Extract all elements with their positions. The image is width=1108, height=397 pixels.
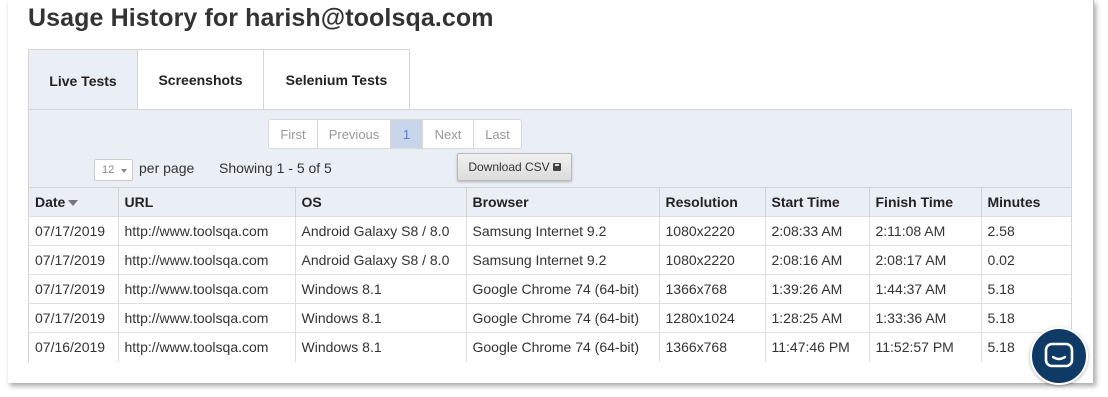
page-number-button[interactable]: 1 xyxy=(391,120,423,148)
tab-selenium-tests[interactable]: Selenium Tests xyxy=(264,49,410,110)
cell-minutes: 0.02 xyxy=(981,245,1071,275)
table-row: 07/17/2019 http://www.toolsqa.com Androi… xyxy=(29,245,1071,275)
first-page-button[interactable]: First xyxy=(269,120,318,148)
cell-url: http://www.toolsqa.com xyxy=(118,303,296,333)
cell-date: 07/16/2019 xyxy=(29,332,119,362)
download-csv-label: Download CSV xyxy=(468,160,550,174)
table-row: 07/16/2019 http://www.toolsqa.com Window… xyxy=(29,332,1071,362)
column-header-os[interactable]: OS xyxy=(295,187,467,217)
cell-os: Windows 8.1 xyxy=(295,303,467,333)
cell-browser: Google Chrome 74 (64-bit) xyxy=(466,303,660,333)
cell-finish-time: 2:11:08 AM xyxy=(869,216,982,246)
showing-count: Showing 1 - 5 of 5 xyxy=(219,160,332,176)
cell-finish-time: 2:08:17 AM xyxy=(869,245,982,275)
cell-os: Windows 8.1 xyxy=(295,274,467,304)
per-page-label: per page xyxy=(139,160,195,176)
cell-resolution: 1080x2220 xyxy=(659,245,766,275)
cell-date: 07/17/2019 xyxy=(29,216,119,246)
page-frame: Usage History for harish@toolsqa.com Liv… xyxy=(8,0,1094,383)
column-header-finish-time[interactable]: Finish Time xyxy=(869,187,982,217)
table-row: 07/17/2019 http://www.toolsqa.com Window… xyxy=(29,274,1071,304)
tab-bar: Live Tests Screenshots Selenium Tests xyxy=(28,49,410,111)
tab-live-tests[interactable]: Live Tests xyxy=(28,49,138,111)
previous-page-button[interactable]: Previous xyxy=(318,120,391,148)
page-title: Usage History for harish@toolsqa.com xyxy=(28,4,494,32)
cell-start-time: 11:47:46 PM xyxy=(765,332,870,362)
table-row: 07/17/2019 http://www.toolsqa.com Window… xyxy=(29,303,1071,333)
cell-minutes: 5.18 xyxy=(981,274,1071,304)
per-page-select[interactable]: 12 xyxy=(94,159,133,181)
cell-resolution: 1080x2220 xyxy=(659,216,766,246)
column-header-date[interactable]: Date xyxy=(29,187,119,217)
usage-table: Date URL OS Browser Resolution Start Tim… xyxy=(29,187,1071,362)
cell-date: 07/17/2019 xyxy=(29,303,119,333)
cell-url: http://www.toolsqa.com xyxy=(118,274,296,304)
cell-browser: Samsung Internet 9.2 xyxy=(466,216,660,246)
chevron-down-icon xyxy=(121,169,127,173)
column-header-resolution[interactable]: Resolution xyxy=(659,187,766,217)
download-csv-button[interactable]: Download CSV xyxy=(457,153,572,181)
cell-resolution: 1280x1024 xyxy=(659,303,766,333)
cell-finish-time: 1:33:36 AM xyxy=(869,303,982,333)
cell-browser: Google Chrome 74 (64-bit) xyxy=(466,332,660,362)
save-disk-icon xyxy=(552,163,561,171)
cell-os: Android Galaxy S8 / 8.0 xyxy=(295,216,467,246)
cell-start-time: 1:39:26 AM xyxy=(765,274,870,304)
column-header-url[interactable]: URL xyxy=(118,187,296,217)
sort-desc-icon xyxy=(68,200,79,207)
cell-start-time: 2:08:33 AM xyxy=(765,216,870,246)
last-page-button[interactable]: Last xyxy=(474,120,521,148)
pagination: First Previous 1 Next Last xyxy=(268,119,522,149)
cell-start-time: 2:08:16 AM xyxy=(765,245,870,275)
cell-url: http://www.toolsqa.com xyxy=(118,245,296,275)
cell-resolution: 1366x768 xyxy=(659,274,766,304)
column-header-start-time[interactable]: Start Time xyxy=(765,187,870,217)
cell-minutes: 2.58 xyxy=(981,216,1071,246)
cell-browser: Samsung Internet 9.2 xyxy=(466,245,660,275)
cell-os: Android Galaxy S8 / 8.0 xyxy=(295,245,467,275)
cell-resolution: 1366x768 xyxy=(659,332,766,362)
tab-screenshots[interactable]: Screenshots xyxy=(138,49,264,110)
column-header-minutes[interactable]: Minutes xyxy=(981,187,1071,217)
per-page-value: 12 xyxy=(102,164,115,176)
cell-url: http://www.toolsqa.com xyxy=(118,332,296,362)
cell-date: 07/17/2019 xyxy=(29,274,119,304)
cell-date: 07/17/2019 xyxy=(29,245,119,275)
table-row: 07/17/2019 http://www.toolsqa.com Androi… xyxy=(29,216,1071,246)
cell-start-time: 1:28:25 AM xyxy=(765,303,870,333)
chat-icon xyxy=(1044,342,1074,368)
usage-panel: First Previous 1 Next Last 12 per page S… xyxy=(28,109,1072,362)
table-header-row: Date URL OS Browser Resolution Start Tim… xyxy=(29,187,1071,217)
cell-finish-time: 1:44:37 AM xyxy=(869,274,982,304)
cell-url: http://www.toolsqa.com xyxy=(118,216,296,246)
cell-os: Windows 8.1 xyxy=(295,332,467,362)
cell-finish-time: 11:52:57 PM xyxy=(869,332,982,362)
next-page-button[interactable]: Next xyxy=(423,120,474,148)
cell-browser: Google Chrome 74 (64-bit) xyxy=(466,274,660,304)
chat-launcher-button[interactable] xyxy=(1030,327,1088,385)
column-header-browser[interactable]: Browser xyxy=(466,187,660,217)
